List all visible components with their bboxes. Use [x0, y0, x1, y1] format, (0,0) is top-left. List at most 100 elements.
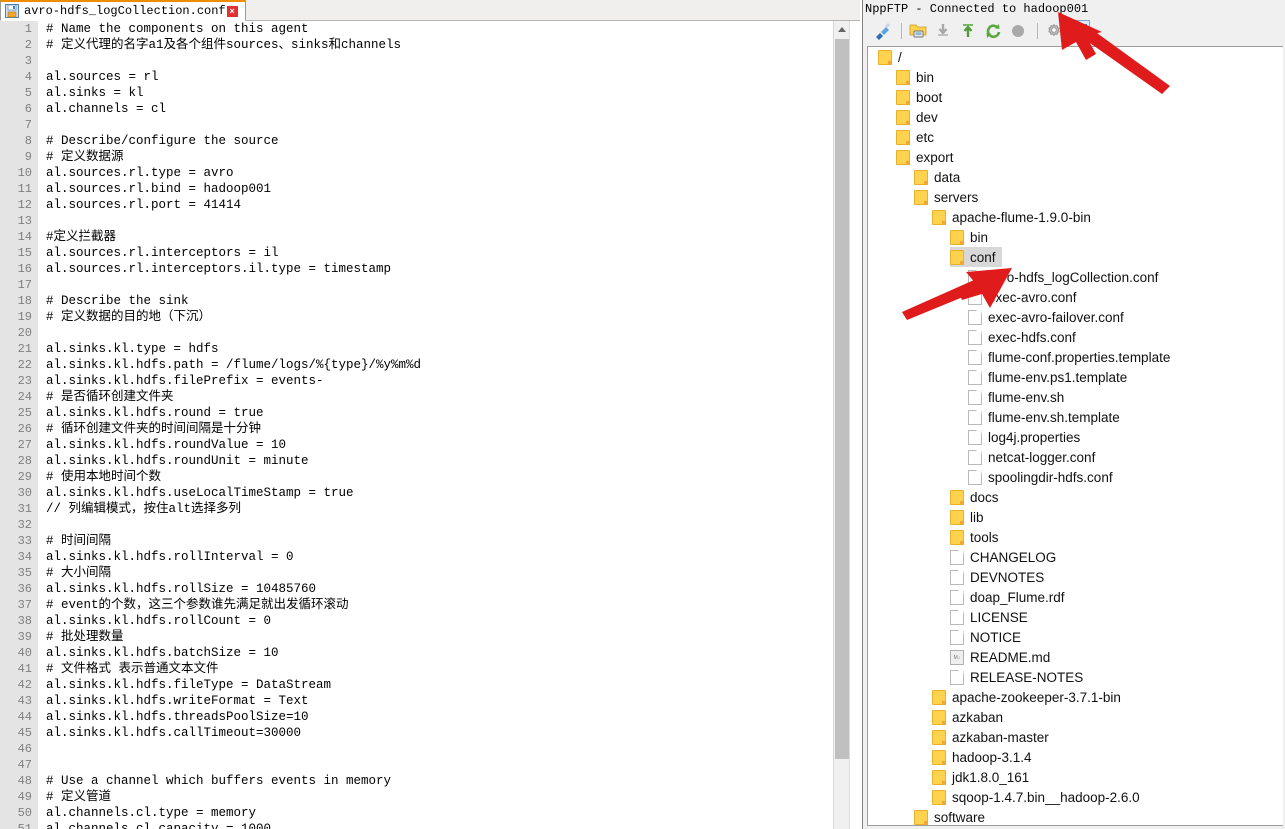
tree-row-inner[interactable]: azkaban-master [932, 727, 1055, 747]
tree-folder-item[interactable]: apache-flume-1.9.0-bin [868, 207, 1283, 227]
tree-file-item[interactable]: doap_Flume.rdf [868, 587, 1283, 607]
code-line[interactable]: 5 al.sinks = kl [0, 85, 860, 101]
code-line[interactable]: 27 al.sinks.kl.hdfs.roundValue = 10 [0, 437, 860, 453]
code-line[interactable]: 37 # event的个数，这三个参数谁先满足就出发循环滚动 [0, 597, 860, 613]
tree-folder-item[interactable]: / [868, 47, 1283, 67]
tree-file-item[interactable]: RELEASE-NOTES [868, 667, 1283, 687]
tree-folder-item[interactable]: docs [868, 487, 1283, 507]
upload-icon[interactable] [957, 20, 979, 42]
tree-folder-item[interactable]: jdk1.8.0_161 [868, 767, 1283, 787]
tree-row-inner[interactable]: bin [896, 67, 940, 87]
code-line[interactable]: 40 al.sinks.kl.hdfs.batchSize = 10 [0, 645, 860, 661]
tree-row-inner[interactable]: jdk1.8.0_161 [932, 767, 1035, 787]
code-line[interactable]: 26 # 循环创建文件夹的时间间隔是十分钟 [0, 421, 860, 437]
tree-folder-item[interactable]: etc [868, 127, 1283, 147]
tree-row-inner[interactable]: boot [896, 87, 948, 107]
code-line[interactable]: 8 # Describe/configure the source [0, 133, 860, 149]
tree-row-inner[interactable]: doap_Flume.rdf [950, 587, 1071, 607]
tree-folder-item[interactable]: software [868, 807, 1283, 825]
abort-icon[interactable] [1007, 20, 1029, 42]
tree-file-item[interactable]: spoolingdir-hdfs.conf [868, 467, 1283, 487]
code-line[interactable]: 25 al.sinks.kl.hdfs.round = true [0, 405, 860, 421]
tree-folder-item[interactable]: data [868, 167, 1283, 187]
tree-row-inner[interactable]: LICENSE [950, 607, 1034, 627]
code-line[interactable]: 13 [0, 213, 860, 229]
tree-row-inner[interactable]: exec-avro-failover.conf [968, 307, 1130, 327]
code-line[interactable]: 17 [0, 277, 860, 293]
code-line[interactable]: 36 al.sinks.kl.hdfs.rollSize = 10485760 [0, 581, 860, 597]
code-line[interactable]: 34 al.sinks.kl.hdfs.rollInterval = 0 [0, 549, 860, 565]
tree-file-item[interactable]: flume-conf.properties.template [868, 347, 1283, 367]
code-line[interactable]: 38 al.sinks.kl.hdfs.rollCount = 0 [0, 613, 860, 629]
tree-row-inner[interactable]: lib [950, 507, 990, 527]
tree-row-inner[interactable]: apache-flume-1.9.0-bin [932, 207, 1097, 227]
tree-row-inner[interactable]: bin [950, 227, 994, 247]
tree-file-item[interactable]: exec-hdfs.conf [868, 327, 1283, 347]
tree-row-inner[interactable]: DEVNOTES [950, 567, 1050, 587]
code-line[interactable]: 4 al.sources = rl [0, 69, 860, 85]
code-line[interactable]: 11 al.sources.rl.bind = hadoop001 [0, 181, 860, 197]
tree-row-inner[interactable]: etc [896, 127, 940, 147]
code-line[interactable]: 29 # 使用本地时间个数 [0, 469, 860, 485]
close-icon[interactable]: × [226, 5, 238, 17]
code-line[interactable]: 42 al.sinks.kl.hdfs.fileType = DataStream [0, 677, 860, 693]
tree-row-inner[interactable]: avro-hdfs_logCollection.conf [968, 267, 1164, 287]
tree-row-inner[interactable]: export [896, 147, 960, 167]
tree-row-inner[interactable]: CHANGELOG [950, 547, 1062, 567]
code-line[interactable]: 9 # 定义数据源 [0, 149, 860, 165]
tree-row-inner[interactable]: flume-env.ps1.template [968, 367, 1133, 387]
tree-row-inner[interactable]: flume-env.sh.template [968, 407, 1126, 427]
code-line[interactable]: 2 # 定义代理的名字a1及各个组件sources、sinks和channels [0, 37, 860, 53]
code-line[interactable]: 18 # Describe the sink [0, 293, 860, 309]
code-line[interactable]: 19 # 定义数据的目的地（下沉） [0, 309, 860, 325]
tree-row-inner[interactable]: software [914, 807, 991, 825]
tree-row-inner[interactable]: servers [914, 187, 984, 207]
settings-gear-icon[interactable] [1043, 20, 1065, 42]
tree-row-inner[interactable]: apache-zookeeper-3.7.1-bin [932, 687, 1127, 707]
tree-file-item[interactable]: exec-avro.conf [868, 287, 1283, 307]
code-line[interactable]: 31 // 列编辑模式，按住alt选择多列 [0, 501, 860, 517]
tree-row-inner[interactable]: docs [950, 487, 1005, 507]
code-line[interactable]: 49 # 定义管道 [0, 789, 860, 805]
tree-file-item[interactable]: log4j.properties [868, 427, 1283, 447]
tree-row-inner[interactable]: netcat-logger.conf [968, 447, 1101, 467]
tree-file-item[interactable]: flume-env.ps1.template [868, 367, 1283, 387]
code-line[interactable]: 47 [0, 757, 860, 773]
code-line[interactable]: 20 [0, 325, 860, 341]
remote-file-tree[interactable]: / bin boot dev etc export data servers apache-fl… [867, 46, 1283, 826]
code-line[interactable]: 41 # 文件格式 表示普通文本文件 [0, 661, 860, 677]
tree-row-inner[interactable]: hadoop-3.1.4 [932, 747, 1038, 767]
tree-row-inner[interactable]: sqoop-1.4.7.bin__hadoop-2.6.0 [932, 787, 1146, 807]
code-line[interactable]: 12 al.sources.rl.port = 41414 [0, 197, 860, 213]
code-line[interactable]: 23 al.sinks.kl.hdfs.filePrefix = events- [0, 373, 860, 389]
code-line[interactable]: 50 al.channels.cl.type = memory [0, 805, 860, 821]
tree-folder-item[interactable]: dev [868, 107, 1283, 127]
tree-folder-item[interactable]: azkaban-master [868, 727, 1283, 747]
tree-file-item[interactable]: flume-env.sh [868, 387, 1283, 407]
code-line[interactable]: 33 # 时间间隔 [0, 533, 860, 549]
tree-folder-item[interactable]: servers [868, 187, 1283, 207]
code-editor[interactable]: 1 # Name the components on this agent 2 # 定… [0, 21, 860, 829]
code-line[interactable]: 46 [0, 741, 860, 757]
tree-row-inner[interactable]: tools [950, 527, 1005, 547]
tree-row-inner[interactable]: flume-env.sh [968, 387, 1070, 407]
tree-folder-item[interactable]: hadoop-3.1.4 [868, 747, 1283, 767]
scrollbar-thumb[interactable] [835, 39, 849, 759]
connect-icon[interactable] [871, 20, 893, 42]
code-line[interactable]: 51 al.channels.cl.capacity = 1000 [0, 821, 860, 829]
code-line[interactable]: 43 al.sinks.kl.hdfs.writeFormat = Text [0, 693, 860, 709]
tree-folder-item[interactable]: lib [868, 507, 1283, 527]
document-tab[interactable]: avro-hdfs_logCollection.conf × [0, 0, 246, 21]
code-line[interactable]: 1 # Name the components on this agent [0, 21, 860, 37]
refresh-icon[interactable] [982, 20, 1004, 42]
tree-file-item[interactable]: avro-hdfs_logCollection.conf [868, 267, 1283, 287]
code-line[interactable]: 45 al.sinks.kl.hdfs.callTimeout=30000 [0, 725, 860, 741]
code-line[interactable]: 32 [0, 517, 860, 533]
tree-row-inner[interactable]: exec-avro.conf [968, 287, 1083, 307]
tree-folder-item[interactable]: bin [868, 67, 1283, 87]
download-icon[interactable] [932, 20, 954, 42]
tree-file-item[interactable]: exec-avro-failover.conf [868, 307, 1283, 327]
code-line[interactable]: 48 # Use a channel which buffers events i… [0, 773, 860, 789]
tree-row-inner[interactable]: exec-hdfs.conf [968, 327, 1082, 347]
code-content[interactable]: 1 # Name the components on this agent 2 # 定… [0, 21, 860, 829]
